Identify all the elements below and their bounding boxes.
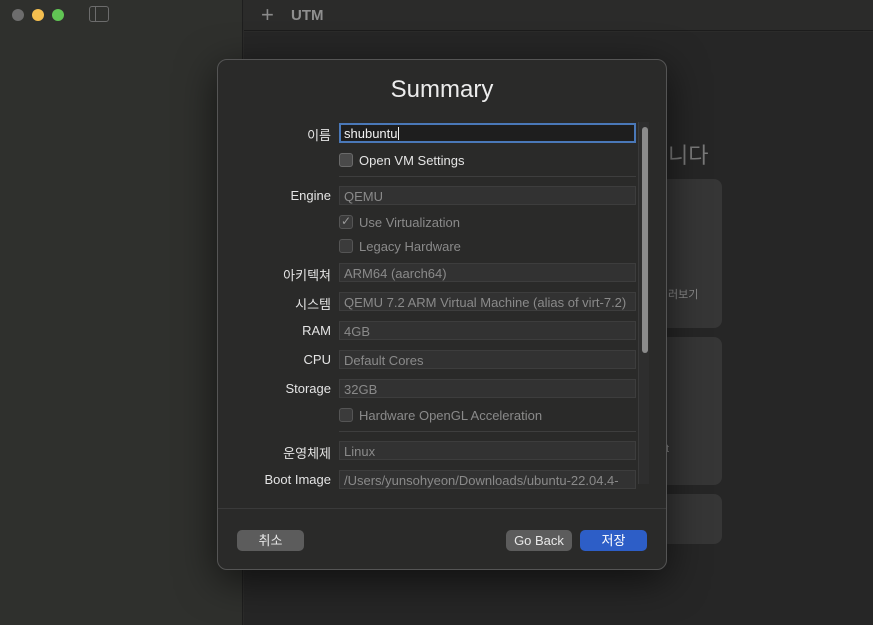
maximize-window-button[interactable] <box>52 9 64 21</box>
cancel-button[interactable]: 취소 <box>237 530 304 551</box>
hardware-opengl-checkbox: Hardware OpenGL Acceleration <box>339 406 542 424</box>
scrollbar[interactable] <box>638 122 649 484</box>
storage-label: Storage <box>285 381 331 396</box>
ram-field: 4GB <box>339 321 636 340</box>
open-vm-settings-label: Open VM Settings <box>359 152 465 168</box>
open-vm-settings-checkbox[interactable]: Open VM Settings <box>339 151 465 169</box>
go-back-button[interactable]: Go Back <box>506 530 572 551</box>
divider <box>339 431 636 432</box>
checkbox-icon <box>339 408 353 422</box>
architecture-field: ARM64 (aarch64) <box>339 263 636 282</box>
close-window-button[interactable] <box>12 9 24 21</box>
cpu-field: Default Cores <box>339 350 636 369</box>
use-virtualization-checkbox: Use Virtualization <box>339 213 460 231</box>
architecture-label: 아키텍쳐 <box>283 268 331 283</box>
name-input[interactable]: shubuntu <box>339 123 636 143</box>
cpu-row: CPU Default Cores <box>218 350 648 370</box>
action-card[interactable] <box>660 337 722 485</box>
system-field: QEMU 7.2 ARM Virtual Machine (alias of v… <box>339 292 636 311</box>
divider <box>339 176 636 177</box>
engine-field: QEMU <box>339 186 636 205</box>
storage-field: 32GB <box>339 379 636 398</box>
os-field: Linux <box>339 441 636 460</box>
save-button[interactable]: 저장 <box>580 530 647 551</box>
legacy-hardware-label: Legacy Hardware <box>359 238 461 254</box>
dialog-title: Summary <box>390 76 494 103</box>
action-card[interactable] <box>660 179 722 328</box>
minimize-window-button[interactable] <box>32 9 44 21</box>
summary-dialog: Summary 이름 shubuntu Open VM Settings Eng… <box>217 59 667 570</box>
hardware-opengl-label: Hardware OpenGL Acceleration <box>359 407 543 423</box>
name-label: 이름 <box>307 128 331 143</box>
os-row: 운영체제 Linux <box>218 441 648 461</box>
os-label: 운영체제 <box>283 446 331 461</box>
legacy-hardware-checkbox: Legacy Hardware <box>339 237 461 255</box>
engine-row: Engine QEMU <box>218 186 648 206</box>
storage-row: Storage 32GB <box>218 379 648 399</box>
system-label: 시스템 <box>295 297 331 312</box>
ram-row: RAM 4GB <box>218 321 648 341</box>
action-card[interactable] <box>660 494 722 544</box>
scroll-thumb[interactable] <box>642 127 648 353</box>
checkbox-icon <box>339 239 353 253</box>
action-card-label: 러보기 <box>668 289 699 301</box>
toolbar: + UTM <box>244 0 873 31</box>
sidebar <box>0 0 243 625</box>
boot-image-field: /Users/yunsohyeon/Downloads/ubuntu-22.04… <box>339 470 636 489</box>
boot-image-label: Boot Image <box>264 472 332 487</box>
system-row: 시스템 QEMU 7.2 ARM Virtual Machine (alias … <box>218 292 648 312</box>
boot-image-row: Boot Image /Users/yunsohyeon/Downloads/u… <box>218 470 648 490</box>
engine-label: Engine <box>290 188 331 203</box>
use-virtualization-label: Use Virtualization <box>359 214 460 230</box>
ram-label: RAM <box>302 323 331 338</box>
checkbox-icon <box>339 153 353 167</box>
text-cursor <box>397 127 399 140</box>
cpu-label: CPU <box>303 352 331 367</box>
footer-divider <box>218 508 666 509</box>
checkbox-icon <box>339 214 353 229</box>
sidebar-toggle-icon[interactable] <box>89 6 109 22</box>
add-vm-button[interactable]: + <box>261 2 274 28</box>
name-row: 이름 shubuntu <box>218 123 648 143</box>
welcome-text: 니다 <box>668 143 709 168</box>
architecture-row: 아키텍쳐 ARM64 (aarch64) <box>218 263 648 283</box>
app-title: UTM <box>291 7 324 24</box>
